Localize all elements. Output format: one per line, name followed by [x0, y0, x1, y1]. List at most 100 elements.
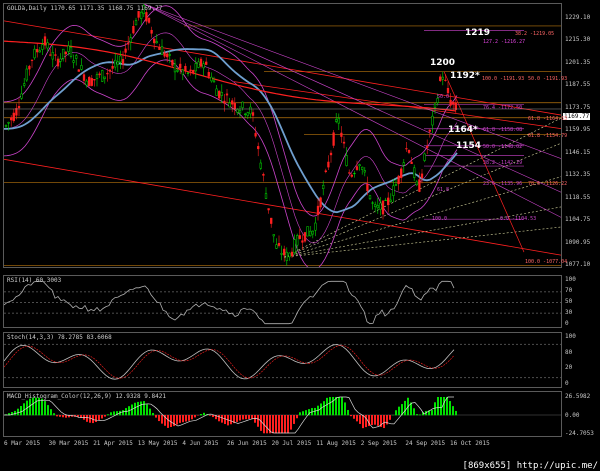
- macd-bar-negative: [161, 415, 163, 424]
- candle-bear: [166, 53, 169, 58]
- candle-bear: [381, 200, 385, 215]
- candle-bull: [306, 226, 309, 237]
- candle-bull: [376, 205, 379, 209]
- candle-bear: [137, 11, 140, 18]
- candle-bull: [392, 185, 395, 196]
- candle-bear: [439, 76, 442, 81]
- candle-bear: [28, 65, 31, 70]
- macd-bar-negative: [377, 415, 379, 426]
- candle-bull: [363, 170, 366, 173]
- stoch-canvas[interactable]: [4, 333, 562, 388]
- macd-bar-positive: [338, 397, 340, 416]
- axis-tick-label: 1173.75: [565, 103, 591, 111]
- candle-bear: [132, 26, 135, 34]
- candle-bull: [322, 185, 325, 189]
- fan-line: [283, 117, 561, 258]
- axis-tick-label: 100: [565, 333, 576, 340]
- macd-bar-positive: [50, 409, 52, 416]
- candle-bear: [205, 61, 208, 65]
- macd-bar-negative: [245, 415, 247, 420]
- candle-bull: [215, 88, 218, 96]
- macd-bar-positive: [404, 400, 406, 416]
- candle-bull: [433, 103, 437, 108]
- macd-bar-negative: [89, 415, 91, 423]
- macd-bar-positive: [305, 410, 307, 416]
- time-tick-label: 21 Apr 2015: [93, 440, 133, 447]
- fib-label: 100.0: [432, 216, 448, 222]
- axis-tick-label: 80: [565, 348, 573, 356]
- axis-tick-label: 100: [565, 276, 576, 283]
- candle-bull: [280, 253, 283, 255]
- macd-pane[interactable]: MACD_Histogram_Color(12,26,9) 12.9328 9.…: [3, 391, 562, 437]
- macd-bar-positive: [434, 402, 436, 416]
- candle-bear: [270, 217, 273, 224]
- axis-tick-label: -24.7053: [565, 430, 594, 437]
- candle-bear: [303, 232, 307, 242]
- price-chart-pane[interactable]: GOLDà,Daily 1170.65 1171.35 1168.75 1169…: [3, 3, 562, 268]
- axis-tick-label: 20: [565, 364, 573, 372]
- macd-bar-negative: [86, 415, 88, 422]
- candle-bull: [293, 239, 296, 253]
- macd-bar-negative: [281, 415, 283, 434]
- candle-bear: [147, 17, 151, 23]
- macd-bar-negative: [224, 415, 226, 425]
- candle-bull: [46, 42, 49, 49]
- macd-bar-negative: [374, 415, 376, 425]
- candle-bull: [20, 93, 23, 99]
- macd-bar-negative: [191, 415, 193, 420]
- candle-bull: [441, 76, 444, 80]
- fib-label: 127.2 -1216.27: [483, 39, 526, 45]
- stoch-pane[interactable]: Stoch(14,3,3) 78.2785 83.6068: [3, 332, 562, 388]
- macd-bar-negative: [176, 415, 178, 425]
- macd-bar-positive: [146, 404, 148, 416]
- macd-bar-positive: [140, 401, 142, 416]
- candle-bull: [33, 48, 36, 59]
- macd-bar-positive: [326, 397, 328, 416]
- macd-bar-negative: [251, 415, 253, 419]
- macd-bar-negative: [236, 415, 238, 422]
- rsi-canvas[interactable]: [4, 276, 562, 328]
- candle-bull: [431, 115, 434, 126]
- candle-bear: [192, 70, 195, 74]
- fib-label: 0.0 -1104.53: [500, 216, 537, 222]
- candle-bear: [400, 168, 403, 179]
- candle-bull: [23, 83, 26, 86]
- candle-bear: [231, 100, 234, 105]
- time-tick-label: 16 Oct 2015: [450, 440, 490, 447]
- candle-bull: [259, 162, 262, 169]
- price-chart-canvas[interactable]: [4, 4, 562, 268]
- candle-bull: [345, 155, 348, 166]
- candle-bear: [98, 73, 101, 76]
- time-tick-label: 30 Mar 2015: [48, 440, 89, 447]
- candle-bear: [106, 72, 109, 75]
- macd-bar-negative: [185, 415, 187, 422]
- candle-bear: [30, 59, 34, 61]
- candle-bear: [298, 235, 301, 239]
- candle-bear: [56, 58, 60, 67]
- macd-bar-positive: [32, 397, 34, 416]
- candle-bear: [327, 161, 330, 168]
- axis-tick-label: 0: [565, 380, 569, 387]
- candle-bull: [173, 63, 177, 73]
- candle-bull: [75, 55, 78, 59]
- macd-bar-positive: [110, 412, 112, 416]
- candle-bull: [210, 76, 213, 82]
- macd-bar-positive: [347, 409, 349, 416]
- candle-bear: [257, 146, 260, 150]
- candle-bear: [121, 59, 125, 65]
- candle-bear: [452, 101, 455, 105]
- candle-bull: [353, 172, 356, 175]
- axis-tick-label: 50: [565, 298, 573, 305]
- candle-bear: [218, 90, 221, 99]
- candle-bear: [348, 172, 351, 174]
- candle-bear: [316, 205, 320, 216]
- macd-bar-positive: [20, 406, 22, 416]
- candle-bear: [410, 161, 413, 164]
- macd-bar-negative: [98, 415, 100, 421]
- candle-bull: [361, 166, 364, 170]
- axis-tick-label: 30: [565, 309, 573, 316]
- candle-bear: [267, 208, 270, 211]
- macd-bar-positive: [341, 397, 343, 416]
- rsi-pane[interactable]: RSI(14) 60.3003: [3, 275, 562, 328]
- candle-bull: [368, 195, 372, 200]
